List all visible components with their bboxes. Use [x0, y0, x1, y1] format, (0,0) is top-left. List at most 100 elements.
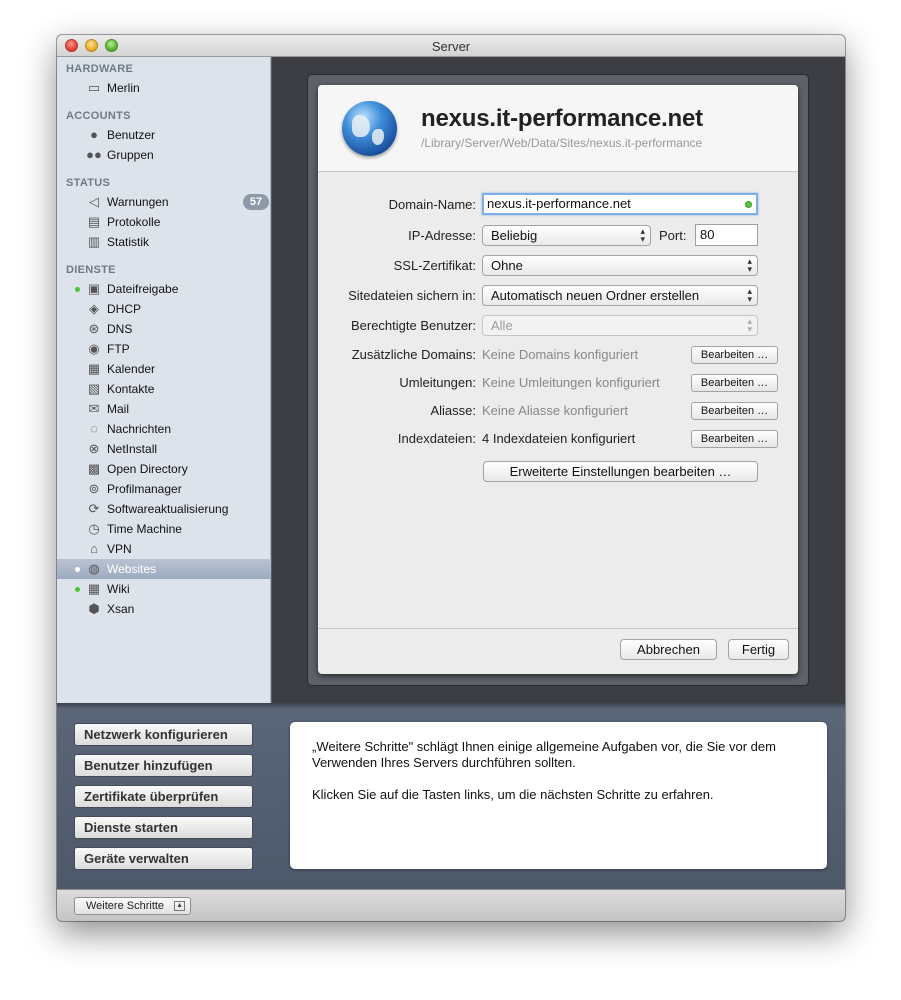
port-label: Port: — [659, 228, 687, 243]
edit-index-files-button[interactable]: Bearbeiten … — [691, 430, 778, 448]
sidebar-item-label: Time Machine — [107, 522, 182, 536]
sidebar-item-warnungen[interactable]: ◁ Warnungen 57 — [57, 192, 271, 212]
sidebar-item-label: Xsan — [107, 602, 135, 616]
next-steps-hint-text: Klicken Sie auf die Tasten links, um die… — [312, 787, 714, 802]
sidebar-item-time-machine[interactable]: ◷ Time Machine — [57, 519, 271, 539]
sidebar-item-xsan[interactable]: ⬢ Xsan — [57, 599, 271, 619]
software-update-icon: ⟳ — [88, 501, 100, 516]
websites-globe-icon: ◍ — [88, 561, 100, 576]
open-directory-icon: ▩ — [87, 461, 101, 476]
sidebar-item-label: DHCP — [107, 302, 142, 316]
mail-icon: ✉ — [88, 401, 100, 416]
dhcp-icon: ◈ — [89, 301, 99, 316]
profile-manager-icon: ⊚ — [88, 481, 100, 496]
sidebar-item-nachrichten[interactable]: ◌ Nachrichten — [57, 419, 271, 439]
authorized-users-value: Alle — [491, 318, 513, 333]
sidebar-item-label: Gruppen — [107, 148, 154, 162]
ssl-certificate-popup[interactable]: Ohne ▴ ▾ — [482, 255, 758, 276]
calendar-icon: ▦ — [87, 361, 101, 376]
site-files-location-popup[interactable]: Automatisch neuen Ordner erstellen ▴ ▾ — [482, 285, 758, 306]
popup-arrows-icon: ▴ ▾ — [747, 286, 752, 304]
server-app-window: Server HARDWARE ▭ Merlin ACCOUNTS ● Benutzer ●… — [57, 35, 845, 921]
sidebar-section-header: HARDWARE — [66, 63, 134, 75]
additional-domains-label: Zusätzliche Domains: — [351, 347, 476, 362]
ip-address-label: IP-Adresse: — [408, 228, 476, 243]
done-button[interactable]: Fertig — [728, 639, 789, 660]
sidebar-item-label: VPN — [107, 542, 132, 556]
edit-redirects-button[interactable]: Bearbeiten … — [691, 374, 778, 392]
popup-arrows-icon: ▴ ▾ — [747, 316, 752, 334]
site-title: nexus.it-performance.net — [421, 105, 703, 132]
sidebar-item-gruppen[interactable]: ●● Gruppen — [57, 145, 271, 165]
next-steps-info-panel: „Weitere Schritte" schlägt Ihnen einige … — [290, 722, 827, 869]
port-field[interactable]: 80 — [695, 224, 758, 246]
configure-network-button[interactable]: Netzwerk konfigurieren — [74, 723, 253, 746]
ip-address-value: Beliebig — [491, 228, 538, 243]
index-files-label: Indexdateien: — [397, 431, 476, 446]
manage-devices-button[interactable]: Geräte verwalten — [74, 847, 253, 870]
cancel-button[interactable]: Abbrechen — [620, 639, 717, 660]
sidebar-item-profilmanager[interactable]: ⊚ Profilmanager — [57, 479, 271, 499]
status-ok-icon — [745, 201, 752, 208]
sidebar-item-kalender[interactable]: ▦ Kalender — [57, 359, 271, 379]
sidebar-item-merlin[interactable]: ▭ Merlin — [57, 78, 271, 98]
aliases-value: Keine Aliasse konfiguriert — [482, 403, 628, 418]
disclosure-up-icon: ▲ — [174, 901, 186, 911]
sidebar-item-open-directory[interactable]: ▩ Open Directory — [57, 459, 271, 479]
sidebar-item-dns[interactable]: ⊛ DNS — [57, 319, 271, 339]
sidebar-item-softwareaktualisierung[interactable]: ⟳ Softwareaktualisierung — [57, 499, 271, 519]
sidebar-item-statistik[interactable]: ▥ Statistik — [57, 232, 271, 252]
next-steps-toggle-button[interactable]: Weitere Schritte ▲ — [74, 897, 192, 915]
redirects-label: Umleitungen: — [399, 375, 476, 390]
sidebar-item-label: Kontakte — [107, 382, 155, 396]
dns-icon: ⊛ — [88, 321, 100, 336]
wiki-icon: ▦ — [87, 581, 101, 596]
authorized-users-popup[interactable]: Alle ▴ ▾ — [482, 315, 758, 336]
next-steps-area: Netzwerk konfigurieren Benutzer hinzufüg… — [57, 703, 845, 889]
sidebar-item-label: Protokolle — [107, 215, 161, 229]
alert-megaphone-icon: ◁ — [89, 194, 99, 209]
user-icon: ● — [90, 127, 98, 142]
ip-address-popup[interactable]: Beliebig ▴ ▾ — [482, 225, 651, 246]
sidebar-item-label: Mail — [107, 402, 130, 416]
globe-icon — [342, 101, 397, 156]
service-running-indicator — [75, 567, 80, 572]
start-services-button[interactable]: Dienste starten — [74, 816, 253, 839]
authorized-users-label: Berechtigte Benutzer: — [350, 318, 476, 333]
domain-name-field[interactable]: nexus.it-performance.net — [482, 193, 758, 215]
domain-name-value: nexus.it-performance.net — [487, 196, 631, 211]
sidebar-item-dateifreigabe[interactable]: ▣ Dateifreigabe — [57, 279, 271, 299]
add-users-button[interactable]: Benutzer hinzufügen — [74, 754, 253, 777]
sidebar-item-netinstall[interactable]: ⊗ NetInstall — [57, 439, 271, 459]
site-files-location-label: Sitedateien sichern in: — [348, 288, 476, 303]
popup-arrows-icon: ▴ ▾ — [640, 226, 645, 244]
log-document-icon: ▤ — [87, 214, 101, 229]
sidebar-item-dhcp[interactable]: ◈ DHCP — [57, 299, 271, 319]
window-title: Server — [431, 39, 471, 54]
warnings-count-badge: 57 — [243, 194, 269, 210]
edit-aliases-button[interactable]: Bearbeiten … — [691, 402, 778, 420]
edit-advanced-settings-button[interactable]: Erweiterte Einstellungen bearbeiten … — [483, 461, 758, 482]
next-steps-toggle-label: Weitere Schritte — [86, 900, 165, 912]
sidebar-item-mail[interactable]: ✉ Mail — [57, 399, 271, 419]
sidebar-item-wiki[interactable]: ▦ Wiki — [57, 579, 271, 599]
stats-bars-icon: ▥ — [87, 234, 101, 249]
sidebar-item-kontakte[interactable]: ▧ Kontakte — [57, 379, 271, 399]
group-icon: ●● — [86, 147, 102, 162]
sidebar-item-websites[interactable]: ◍ Websites — [57, 559, 271, 579]
aliases-label: Aliasse: — [430, 403, 476, 418]
check-certificates-button[interactable]: Zertifikate überprüfen — [74, 785, 253, 808]
sidebar-item-vpn[interactable]: ⌂ VPN — [57, 539, 271, 559]
netinstall-icon: ⊗ — [88, 441, 100, 456]
edit-additional-domains-button[interactable]: Bearbeiten … — [691, 346, 778, 364]
sidebar-item-ftp[interactable]: ◉ FTP — [57, 339, 271, 359]
sidebar-item-protokolle[interactable]: ▤ Protokolle — [57, 212, 271, 232]
ftp-icon: ◉ — [88, 341, 100, 356]
port-value: 80 — [700, 227, 715, 242]
ssl-certificate-label: SSL-Zertifikat: — [393, 258, 476, 273]
service-running-indicator — [75, 587, 80, 592]
next-steps-intro-text: „Weitere Schritte" schlägt Ihnen einige … — [312, 739, 776, 770]
site-path: /Library/Server/Web/Data/Sites/nexus.it-… — [421, 136, 703, 150]
file-sharing-icon: ▣ — [87, 281, 101, 296]
sidebar-item-benutzer[interactable]: ● Benutzer — [57, 125, 271, 145]
